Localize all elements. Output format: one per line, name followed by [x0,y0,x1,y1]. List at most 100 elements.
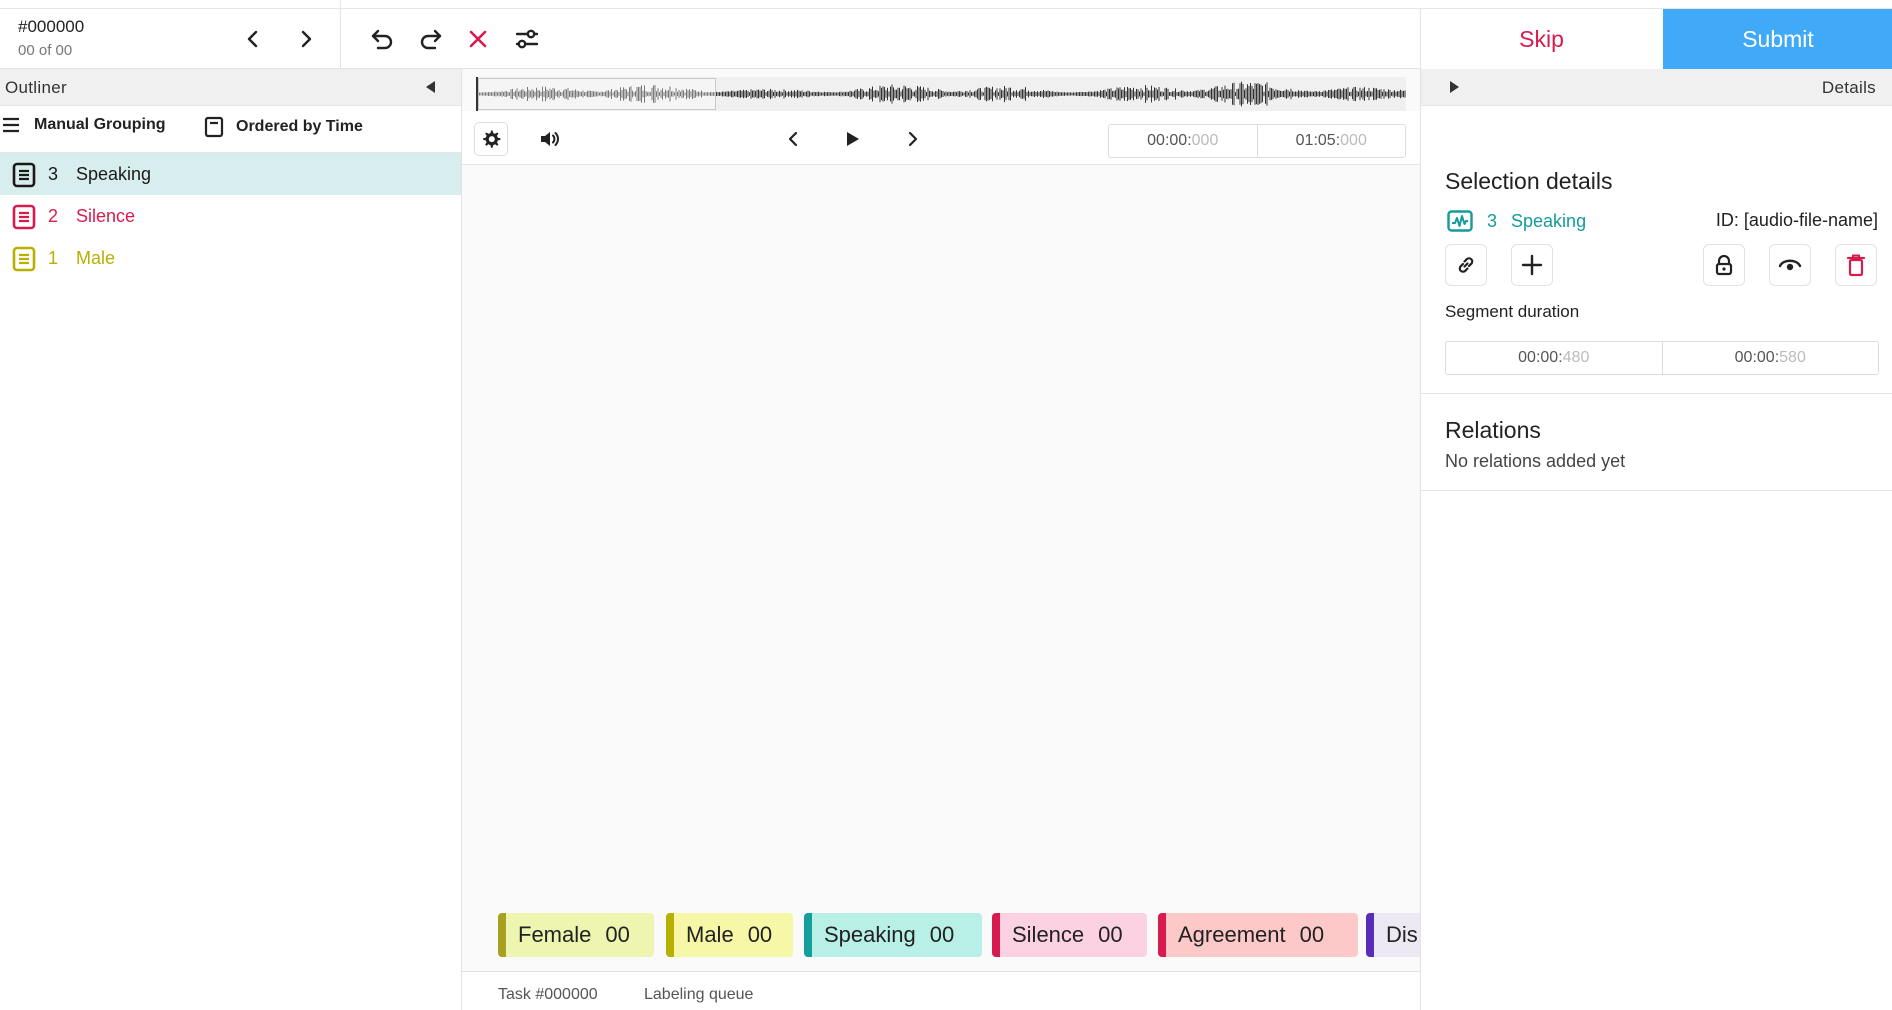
skip-button[interactable]: Skip [1421,9,1662,69]
submit-button[interactable]: Submit [1663,9,1892,69]
segment-end[interactable]: 00:00: 580 [1661,342,1879,374]
region-label: Male [76,248,116,268]
expand-details-button[interactable] [1447,80,1461,99]
label-tag-silence[interactable]: Silence 00 [992,913,1147,957]
ordering-button[interactable]: Ordered by Time [204,116,363,138]
label-tag-agreement[interactable]: Agreement 00 [1158,913,1358,957]
details-header: Details [1421,69,1892,106]
label-color-bar [992,913,1000,957]
current-time-ms: 000 [1191,132,1219,149]
volume-button[interactable] [535,124,565,154]
task-actions: Skip Submit [1420,9,1892,69]
label-color-bar [498,913,506,957]
next-task-button[interactable] [288,21,324,57]
status-footer: Task #000000 Labeling queue [462,971,1420,1010]
region-item-speaking[interactable]: 3 Speaking [0,153,461,195]
selected-region-id: ID: [audio-file-name] [1715,210,1878,230]
prev-task-button[interactable] [235,21,271,57]
label-count: 00 [1299,922,1325,947]
region-number: 2 [48,206,59,226]
forward-button[interactable] [898,124,928,154]
task-count: 00 of 00 [18,42,73,59]
chevron-left-icon [247,30,258,48]
caret-left-icon [426,81,435,93]
play-icon [847,132,859,146]
collapse-outliner-button[interactable] [424,80,438,99]
label-count: 00 [929,922,955,947]
region-list: 3 Speaking 2 Silence 1 Male [0,153,461,279]
label-color-bar [1366,913,1374,957]
current-time-main: 00:00: [1147,132,1192,149]
relations-empty: No relations added yet [1445,451,1626,471]
duration-time: 01:05: 000 [1256,125,1406,157]
chevron-right-icon [908,131,918,147]
label-color-bar [666,913,674,957]
add-button[interactable] [1511,244,1553,286]
details-title: Details [1821,78,1876,97]
label-name: Speaking [824,922,916,947]
label-name: Female [518,922,592,947]
undo-button[interactable] [365,21,401,57]
waveform-overview[interactable] [476,77,1406,111]
eye-icon [1778,259,1802,271]
delete-button[interactable] [1835,244,1877,286]
task-id: #000000 [18,17,85,36]
trash-icon [1846,254,1866,277]
topbar: #000000 00 of 00 [0,9,1420,69]
chevron-left-icon [788,131,798,147]
redo-icon [420,29,442,50]
viewport-window[interactable] [478,78,716,110]
label-tag-female[interactable]: Female 00 [498,913,654,957]
selection-title: Selection details [1445,168,1613,194]
audio-panel: 00:00: 000 01:05: 000 Female 00 Male 00 Sp… [462,69,1420,1010]
volume-icon [541,132,559,146]
region-number: 1 [48,248,59,268]
label-name: Dis [1386,922,1418,947]
footer-queue: Labeling queue [644,986,754,1003]
segment-start-ms: 480 [1562,349,1590,366]
playhead[interactable] [476,77,478,111]
label-tag-speaking[interactable]: Speaking 00 [804,913,982,957]
label-tag-dis[interactable]: Dis [1366,913,1420,957]
segment-duration-label: Segment duration [1445,302,1580,321]
divider [340,9,341,69]
redo-button[interactable] [412,21,448,57]
time-display: 00:00: 000 01:05: 000 [1108,124,1406,158]
label-count: 00 [605,922,630,947]
player-settings-button[interactable] [474,122,508,156]
label-color-bar [804,913,812,957]
close-icon [469,30,487,48]
player-controls: 00:00: 000 01:05: 000 [462,111,1420,165]
chevron-right-icon [301,30,312,48]
region-label: Speaking [76,164,152,184]
duration-main: 01:05: [1295,132,1341,149]
region-item-silence[interactable]: 2 Silence [0,195,461,237]
lock-button[interactable] [1703,244,1745,286]
label-tag-male[interactable]: Male 00 [666,913,793,957]
region-icon [12,204,36,230]
reset-button[interactable] [460,21,496,57]
manual-grouping-button[interactable]: Manual Grouping [2,116,166,134]
selection-details: Selection details 3 Speaking ID: [audio-… [1421,106,1892,394]
audio-region-icon [1447,210,1473,232]
outliner-header: Outliner [0,69,461,106]
selected-region-number: 3 [1487,210,1498,231]
duration-ms: 000 [1340,132,1367,149]
relations-section: Relations No relations added yet [1421,394,1892,491]
segment-end-ms: 580 [1779,349,1806,366]
link-button[interactable] [1445,244,1487,286]
play-button[interactable] [838,124,868,154]
list-icon [3,117,19,133]
segment-start-main: 00:00: [1518,349,1563,366]
region-item-male[interactable]: 1 Male [0,237,461,279]
label-name: Agreement [1178,922,1286,947]
selected-region: 3 Speaking [1447,210,1586,232]
current-time[interactable]: 00:00: 000 [1109,125,1257,157]
segment-start[interactable]: 00:00: 480 [1446,342,1662,374]
visibility-button[interactable] [1769,244,1811,286]
rewind-button[interactable] [778,124,808,154]
link-icon [1458,257,1474,273]
settings-sliders-button[interactable] [509,21,545,57]
segment-duration: 00:00: 480 00:00: 580 [1445,341,1879,375]
region-number: 3 [48,164,59,184]
